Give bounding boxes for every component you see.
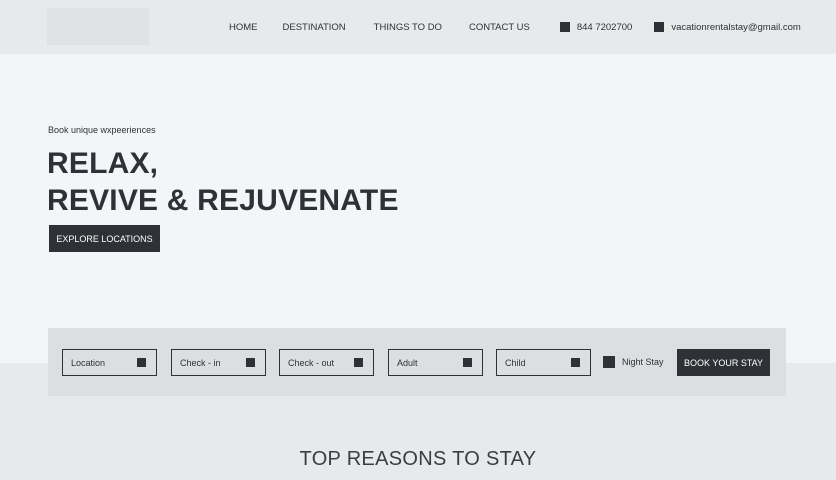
checkout-label: Check - out xyxy=(288,357,335,368)
email-contact[interactable]: vacationrentalstay@gmail.com xyxy=(654,22,801,33)
hero-section: Book unique wxpeeriences RELAX, REVIVE &… xyxy=(0,54,836,363)
child-field[interactable]: Child xyxy=(496,349,591,376)
email-address: vacationrentalstay@gmail.com xyxy=(671,21,801,33)
main-nav: HOME DESTINATION THINGS TO DO CONTACT US… xyxy=(229,0,801,54)
adult-label: Adult xyxy=(397,357,418,368)
child-label: Child xyxy=(505,357,526,368)
adult-field[interactable]: Adult xyxy=(388,349,483,376)
adult-icon xyxy=(463,358,472,367)
booking-bar: Location Check - in Check - out Adult Ch… xyxy=(48,328,786,396)
checkin-field[interactable]: Check - in xyxy=(171,349,266,376)
calendar-icon xyxy=(354,358,363,367)
site-header: HOME DESTINATION THINGS TO DO CONTACT US… xyxy=(0,0,836,54)
hero-headline: RELAX, REVIVE & REJUVENATE xyxy=(47,145,399,219)
book-your-stay-button[interactable]: BOOK YOUR STAY xyxy=(677,349,770,376)
child-icon xyxy=(571,358,580,367)
night-stay-label: Night Stay xyxy=(622,357,664,367)
calendar-icon xyxy=(246,358,255,367)
location-icon xyxy=(137,358,146,367)
checkin-label: Check - in xyxy=(180,357,221,368)
nav-contact-link[interactable]: CONTACT US xyxy=(469,22,530,33)
nav-destination-link[interactable]: DESTINATION xyxy=(283,22,346,33)
headline-line-1: RELAX, xyxy=(47,147,159,180)
reasons-heading: TOP REASONS TO STAY xyxy=(299,448,537,470)
nav-home-link[interactable]: HOME xyxy=(229,22,258,33)
headline-line-2: REVIVE & REJUVENATE xyxy=(47,184,399,217)
night-stay-checkbox[interactable] xyxy=(603,356,615,368)
phone-icon xyxy=(559,22,570,32)
checkout-field[interactable]: Check - out xyxy=(279,349,374,376)
location-field[interactable]: Location xyxy=(62,349,157,376)
location-label: Location xyxy=(71,357,106,368)
phone-contact[interactable]: 844 7202700 xyxy=(559,21,633,33)
email-icon xyxy=(654,22,665,32)
hero-tagline: Book unique wxpeeriences xyxy=(48,125,156,135)
night-stay-option[interactable]: Night Stay xyxy=(603,356,664,368)
explore-locations-button[interactable]: EXPLORE LOCATIONS xyxy=(49,225,160,252)
site-logo[interactable] xyxy=(47,8,149,45)
phone-number: 844 7202700 xyxy=(576,21,633,33)
nav-things-to-do-link[interactable]: THINGS TO DO xyxy=(374,22,442,33)
